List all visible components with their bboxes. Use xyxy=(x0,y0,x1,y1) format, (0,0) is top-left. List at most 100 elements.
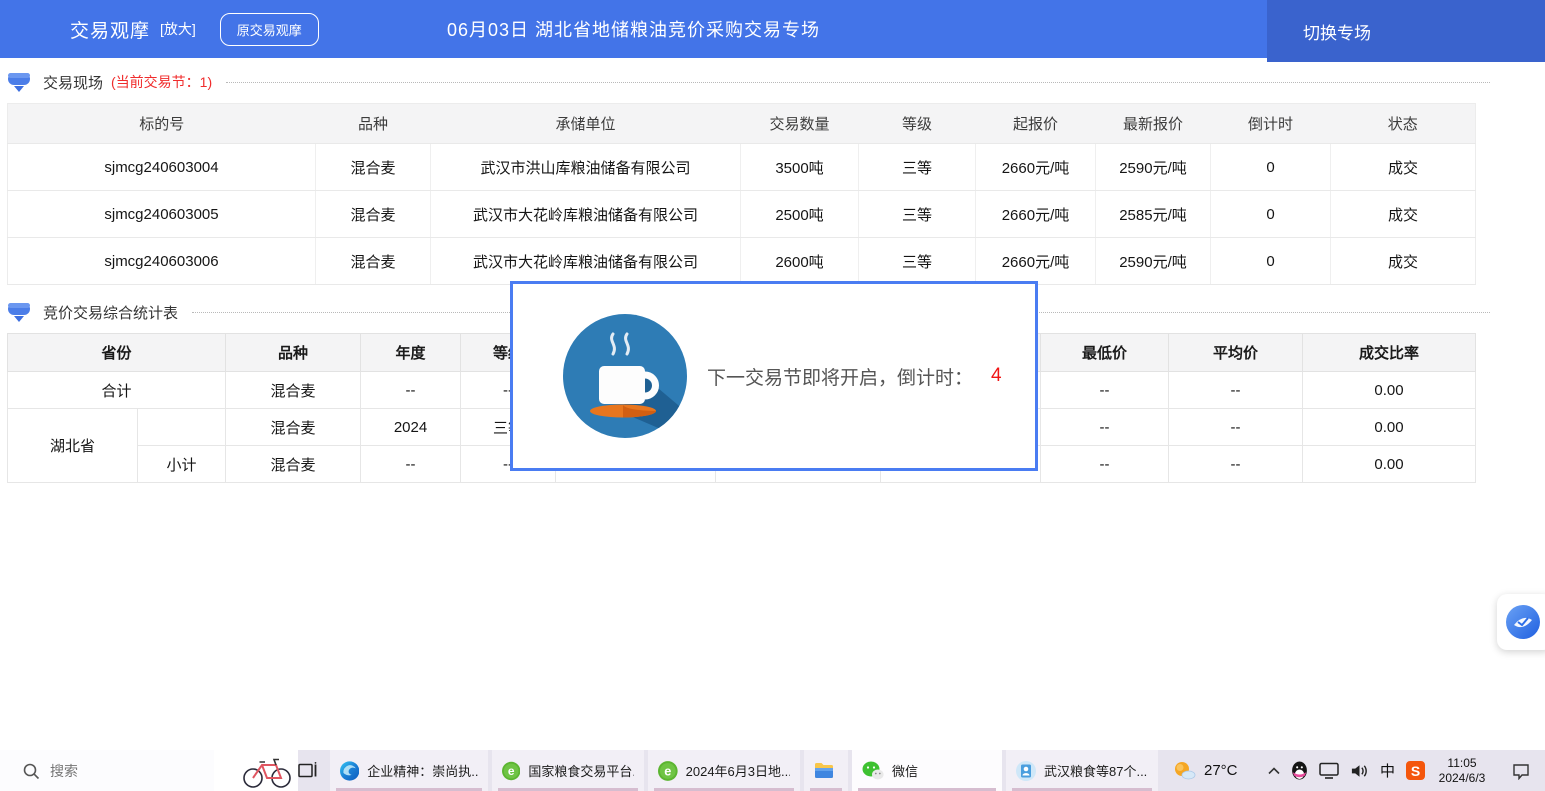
province: 湖北省 xyxy=(8,409,138,483)
weather-widget[interactable]: 27°C xyxy=(1172,750,1264,791)
variety: 混合麦 xyxy=(316,144,431,191)
search-input[interactable] xyxy=(50,763,160,779)
svg-text:e: e xyxy=(664,763,671,778)
action-center-button[interactable] xyxy=(1505,750,1537,791)
session-title: 06月03日 湖北省地储粮油竞价采购交易专场 xyxy=(0,16,1267,42)
next-session-modal: 下一交易节即将开启，倒计时： 4 xyxy=(510,281,1038,471)
start-price: 2660元/吨 xyxy=(976,238,1096,285)
weather-temperature: 27°C xyxy=(1204,762,1238,779)
grade: 三等 xyxy=(859,144,976,191)
col-countdown: 倒计时 xyxy=(1211,104,1331,144)
status-badge: 成交 xyxy=(1331,144,1476,191)
storage-unit: 武汉市洪山库粮油储备有限公司 xyxy=(431,144,741,191)
variety: 混合麦 xyxy=(226,409,361,446)
status-badge: 成交 xyxy=(1331,238,1476,285)
col-grade: 等级 xyxy=(859,104,976,144)
network-display-icon xyxy=(1319,762,1339,779)
taskbar: 企业精神：崇尚执... e 国家粮食交易平台... e 2024年6月3日地..… xyxy=(0,750,1545,791)
notification-icon xyxy=(1511,762,1531,780)
min-price: -- xyxy=(1041,446,1169,483)
start-price: 2660元/吨 xyxy=(976,144,1096,191)
quantity: 2600吨 xyxy=(741,238,859,285)
wechat-button[interactable]: 微信 xyxy=(852,750,1002,791)
live-section-header: 交易现场 (当前交易节：1) xyxy=(7,70,1490,94)
taskbar-apps: 企业精神：崇尚执... e 国家粮食交易平台... e 2024年6月3日地..… xyxy=(330,750,1158,791)
countdown: 0 xyxy=(1211,144,1331,191)
lot-no: sjmcg240603006 xyxy=(8,238,316,285)
network-tray-button[interactable] xyxy=(1319,762,1339,779)
col-deal-ratio: 成交比率 xyxy=(1303,334,1476,372)
svg-text:e: e xyxy=(508,764,515,778)
quantity: 3500吨 xyxy=(741,144,859,191)
volume-tray-button[interactable] xyxy=(1350,763,1369,779)
avg-price: -- xyxy=(1169,446,1303,483)
province: 合计 xyxy=(8,372,226,409)
app-label: 2024年6月3日地... xyxy=(686,761,790,780)
grain-contacts-button[interactable]: 武汉粮食等87个... xyxy=(1006,750,1158,791)
app-label: 国家粮食交易平台... xyxy=(528,761,634,780)
variety: 混合麦 xyxy=(316,238,431,285)
year: -- xyxy=(361,372,461,409)
search-highlight-thumbnail[interactable] xyxy=(214,750,276,791)
task-view-icon xyxy=(298,762,318,779)
variety: 混合麦 xyxy=(226,446,361,483)
col-lot-no: 标的号 xyxy=(8,104,316,144)
col-status: 状态 xyxy=(1331,104,1476,144)
live-trading-table: 标的号 品种 承储单位 交易数量 等级 起报价 最新报价 倒计时 状态 sjmc… xyxy=(7,103,1476,285)
edge-browser-button[interactable]: 企业精神：崇尚执... xyxy=(330,750,488,791)
contact-icon xyxy=(1016,761,1036,781)
task-view-button[interactable] xyxy=(288,750,328,791)
avg-price: -- xyxy=(1169,409,1303,446)
chevron-up-icon xyxy=(1268,767,1280,775)
modal-countdown: 4 xyxy=(991,365,1002,387)
taskbar-search[interactable] xyxy=(0,750,277,791)
province-sub xyxy=(138,409,226,446)
app-label: 微信 xyxy=(892,761,918,780)
current-session-note: (当前交易节：1) xyxy=(111,72,212,92)
sun-cloud-icon xyxy=(1172,761,1196,781)
floating-widget[interactable] xyxy=(1497,594,1545,650)
file-explorer-button[interactable] xyxy=(804,750,848,791)
browser-360-button-2[interactable]: e 2024年6月3日地... xyxy=(648,750,800,791)
table-row: sjmcg240603004 混合麦 武汉市洪山库粮油储备有限公司 3500吨 … xyxy=(8,144,1476,191)
min-price: -- xyxy=(1041,372,1169,409)
quantity: 2500吨 xyxy=(741,191,859,238)
wechat-icon xyxy=(862,761,884,781)
speaker-icon xyxy=(1350,763,1369,779)
col-start-price: 起报价 xyxy=(976,104,1096,144)
grade: 三等 xyxy=(859,238,976,285)
avg-price: -- xyxy=(1169,372,1303,409)
table-row: sjmcg240603005 混合麦 武汉市大花岭库粮油储备有限公司 2500吨… xyxy=(8,191,1476,238)
col-min-price: 最低价 xyxy=(1041,334,1169,372)
col-province: 省份 xyxy=(8,334,226,372)
browser-360-icon: e xyxy=(658,761,678,781)
dotted-divider xyxy=(226,82,1490,83)
variety: 混合麦 xyxy=(316,191,431,238)
stats-section-title: 竞价交易综合统计表 xyxy=(43,302,178,323)
qq-tray-button[interactable] xyxy=(1291,761,1308,780)
year: 2024 xyxy=(361,409,461,446)
live-section-title: 交易现场 xyxy=(43,72,103,93)
tray-expand-button[interactable] xyxy=(1268,767,1280,775)
province-sub: 小计 xyxy=(138,446,226,483)
modal-message: 下一交易节即将开启，倒计时： xyxy=(707,363,973,390)
section-bubble-icon xyxy=(7,301,31,323)
min-price: -- xyxy=(1041,409,1169,446)
browser-360-button-1[interactable]: e 国家粮食交易平台... xyxy=(492,750,644,791)
storage-unit: 武汉市大花岭库粮油储备有限公司 xyxy=(431,238,741,285)
col-storage-unit: 承储单位 xyxy=(431,104,741,144)
deal-ratio: 0.00 xyxy=(1303,372,1476,409)
col-quantity: 交易数量 xyxy=(741,104,859,144)
year: -- xyxy=(361,446,461,483)
sogou-input-icon[interactable]: S xyxy=(1406,761,1425,780)
app-label: 企业精神：崇尚执... xyxy=(367,761,478,780)
grade: 三等 xyxy=(859,191,976,238)
coffee-cup-icon xyxy=(563,314,687,438)
qq-penguin-icon xyxy=(1291,761,1308,780)
taskbar-clock[interactable]: 11:05 2024/6/3 xyxy=(1425,750,1499,791)
col-variety: 品种 xyxy=(316,104,431,144)
ime-indicator[interactable]: 中 xyxy=(1380,760,1395,781)
switch-session-button[interactable]: 切换专场 xyxy=(1267,0,1545,62)
app-label: 武汉粮食等87个... xyxy=(1044,761,1147,780)
system-tray: 中 S xyxy=(1268,750,1425,791)
